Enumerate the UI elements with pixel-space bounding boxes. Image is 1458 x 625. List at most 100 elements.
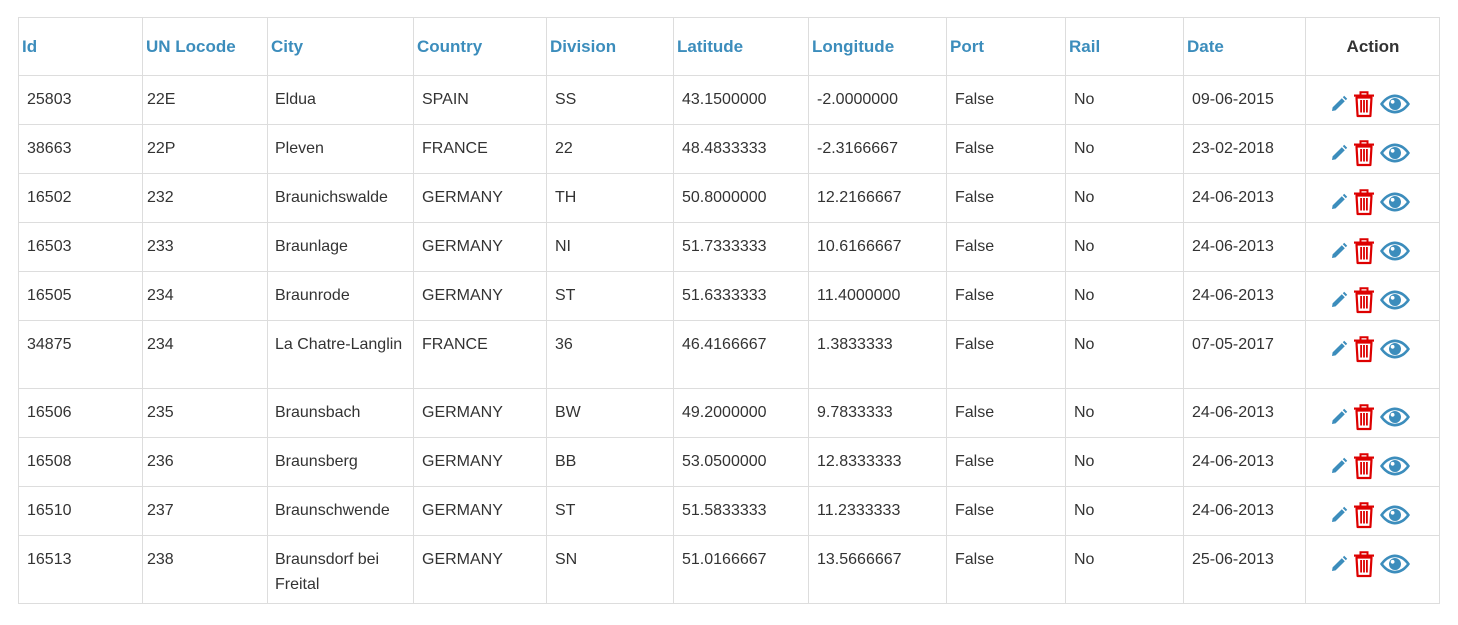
column-header-action: Action — [1305, 17, 1440, 76]
column-header-city[interactable]: City — [267, 17, 414, 76]
cell-id: 16506 — [18, 388, 143, 438]
eye-icon[interactable] — [1379, 191, 1411, 213]
cell-id: 16505 — [18, 271, 143, 321]
cell-id: 38663 — [18, 124, 143, 174]
cell-date: 07-05-2017 — [1183, 320, 1306, 389]
eye-icon[interactable] — [1379, 455, 1411, 477]
pencil-icon[interactable] — [1329, 290, 1349, 310]
trash-icon[interactable] — [1352, 452, 1376, 480]
eye-icon[interactable] — [1379, 142, 1411, 164]
cell-division: BW — [546, 388, 674, 438]
trash-icon[interactable] — [1352, 403, 1376, 431]
trash-icon[interactable] — [1352, 188, 1376, 216]
column-header-longitude[interactable]: Longitude — [808, 17, 947, 76]
cell-rail: No — [1065, 388, 1184, 438]
eye-icon[interactable] — [1379, 504, 1411, 526]
column-header-rail[interactable]: Rail — [1065, 17, 1184, 76]
cell-country: FRANCE — [413, 124, 547, 174]
table-row: 34875 234 La Chatre-Langlin FRANCE 36 46… — [18, 320, 1440, 389]
cell-country: GERMANY — [413, 486, 547, 536]
pencil-icon[interactable] — [1329, 241, 1349, 261]
cell-longitude: 11.2333333 — [808, 486, 947, 536]
pencil-icon[interactable] — [1329, 456, 1349, 476]
cell-division: BB — [546, 437, 674, 487]
eye-icon[interactable] — [1379, 240, 1411, 262]
cell-port: False — [946, 222, 1066, 272]
pencil-icon[interactable] — [1329, 94, 1349, 114]
column-header-date[interactable]: Date — [1183, 17, 1306, 76]
eye-icon[interactable] — [1379, 406, 1411, 428]
pencil-icon[interactable] — [1329, 339, 1349, 359]
cell-rail: No — [1065, 222, 1184, 272]
pencil-icon[interactable] — [1329, 554, 1349, 574]
cell-un-locode: 237 — [142, 486, 268, 536]
trash-icon[interactable] — [1352, 550, 1376, 578]
row-actions — [1314, 136, 1431, 167]
cell-city: Braunlage — [267, 222, 414, 272]
trash-icon[interactable] — [1352, 335, 1376, 363]
column-header-division[interactable]: Division — [546, 17, 674, 76]
cell-country: GERMANY — [413, 173, 547, 223]
cell-city: Braunsbach — [267, 388, 414, 438]
cell-id: 34875 — [18, 320, 143, 389]
cell-country: FRANCE — [413, 320, 547, 389]
cell-city: Pleven — [267, 124, 414, 174]
cell-longitude: 12.8333333 — [808, 437, 947, 487]
cell-latitude: 48.4833333 — [673, 124, 809, 174]
cell-date: 24-06-2013 — [1183, 173, 1306, 223]
column-header-un-locode[interactable]: UN Locode — [142, 17, 268, 76]
eye-icon[interactable] — [1379, 289, 1411, 311]
cell-country: GERMANY — [413, 437, 547, 487]
cell-latitude: 46.4166667 — [673, 320, 809, 389]
cell-date: 09-06-2015 — [1183, 75, 1306, 125]
row-actions — [1314, 547, 1431, 578]
cell-city: Braunsberg — [267, 437, 414, 487]
cell-city: Eldua — [267, 75, 414, 125]
pencil-icon[interactable] — [1329, 505, 1349, 525]
column-header-latitude[interactable]: Latitude — [673, 17, 809, 76]
cell-port: False — [946, 437, 1066, 487]
trash-icon[interactable] — [1352, 286, 1376, 314]
eye-icon[interactable] — [1379, 553, 1411, 575]
cell-longitude: 13.5666667 — [808, 535, 947, 604]
cell-latitude: 50.8000000 — [673, 173, 809, 223]
column-header-port[interactable]: Port — [946, 17, 1066, 76]
column-header-country[interactable]: Country — [413, 17, 547, 76]
eye-icon[interactable] — [1379, 338, 1411, 360]
pencil-icon[interactable] — [1329, 192, 1349, 212]
cell-date: 24-06-2013 — [1183, 271, 1306, 321]
row-actions — [1314, 87, 1431, 118]
cell-rail: No — [1065, 437, 1184, 487]
pencil-icon[interactable] — [1329, 407, 1349, 427]
cell-longitude: 10.6166667 — [808, 222, 947, 272]
column-header-id[interactable]: Id — [18, 17, 143, 76]
row-actions — [1314, 332, 1431, 363]
cell-division: ST — [546, 271, 674, 321]
cell-rail: No — [1065, 75, 1184, 125]
cell-port: False — [946, 124, 1066, 174]
trash-icon[interactable] — [1352, 139, 1376, 167]
row-actions — [1314, 400, 1431, 431]
cell-latitude: 49.2000000 — [673, 388, 809, 438]
cell-longitude: 12.2166667 — [808, 173, 947, 223]
eye-icon[interactable] — [1379, 93, 1411, 115]
cell-longitude: 11.4000000 — [808, 271, 947, 321]
cell-port: False — [946, 173, 1066, 223]
pencil-icon[interactable] — [1329, 143, 1349, 163]
cell-latitude: 51.0166667 — [673, 535, 809, 604]
trash-icon[interactable] — [1352, 501, 1376, 529]
trash-icon[interactable] — [1352, 237, 1376, 265]
cell-division: 36 — [546, 320, 674, 389]
cell-port: False — [946, 75, 1066, 125]
cell-id: 16513 — [18, 535, 143, 604]
table-row: 16506 235 Braunsbach GERMANY BW 49.20000… — [18, 388, 1440, 438]
table-row: 16505 234 Braunrode GERMANY ST 51.633333… — [18, 271, 1440, 321]
cell-longitude: -2.3166667 — [808, 124, 947, 174]
cell-latitude: 51.7333333 — [673, 222, 809, 272]
row-actions — [1314, 185, 1431, 216]
cell-latitude: 53.0500000 — [673, 437, 809, 487]
cell-division: SS — [546, 75, 674, 125]
cell-latitude: 43.1500000 — [673, 75, 809, 125]
cell-un-locode: 233 — [142, 222, 268, 272]
trash-icon[interactable] — [1352, 90, 1376, 118]
